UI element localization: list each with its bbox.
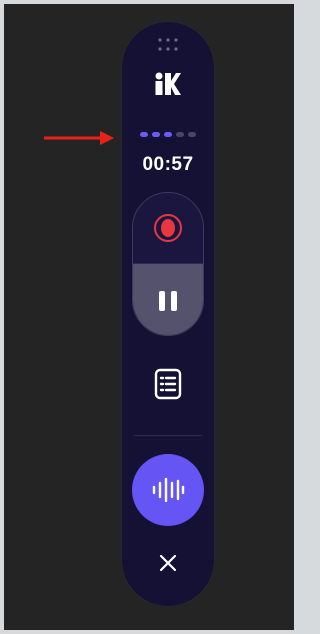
notes-icon[interactable] — [152, 368, 184, 400]
progress-dot — [176, 132, 184, 137]
k-logo-icon — [155, 72, 181, 95]
progress-indicator — [134, 132, 202, 140]
progress-dot — [164, 132, 172, 137]
record-control-group — [132, 192, 204, 336]
voice-button[interactable] — [132, 454, 204, 526]
record-icon — [154, 214, 182, 242]
arrow-right-icon — [44, 131, 114, 145]
close-icon[interactable] — [158, 553, 178, 573]
progress-dot — [188, 132, 196, 137]
app-canvas: 00:57 — [4, 4, 294, 630]
record-button[interactable] — [133, 193, 203, 263]
recording-timer: 00:57 — [142, 154, 194, 175]
progress-dot — [152, 132, 160, 137]
pause-icon — [159, 290, 177, 311]
voice-waveform-icon — [152, 477, 185, 503]
recording-toolbar: 00:57 — [122, 22, 214, 606]
pause-button[interactable] — [133, 264, 203, 335]
toolbar-divider — [134, 435, 202, 436]
progress-dot — [140, 132, 148, 137]
drag-handle-icon[interactable] — [158, 38, 178, 52]
